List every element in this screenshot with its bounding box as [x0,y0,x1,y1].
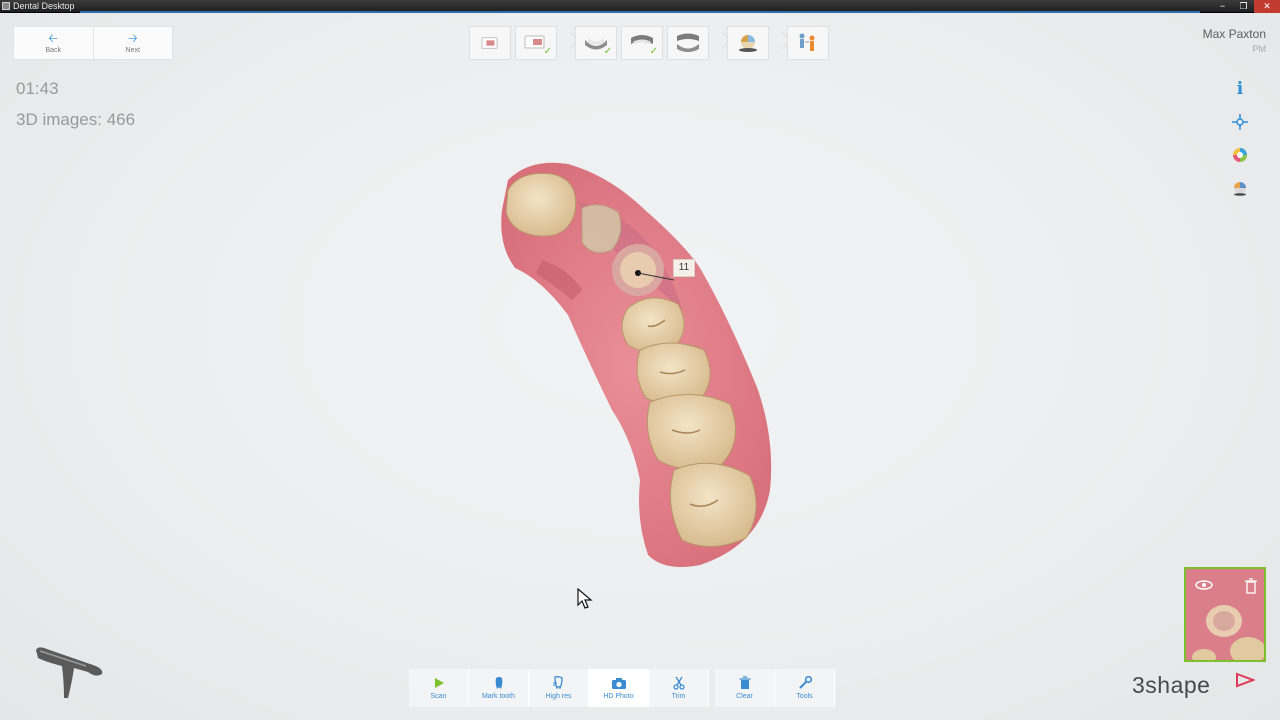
scissors-icon [672,676,685,690]
center-view-button[interactable] [1229,111,1251,133]
info-icon: i [1236,79,1244,99]
scan-button[interactable]: Scan [409,669,469,707]
clear-label: Clear [736,693,753,700]
window-title: Dental Desktop [13,1,75,11]
next-label: Next [125,47,140,54]
minimize-button[interactable]: − [1212,0,1233,13]
tooth [581,204,622,254]
shade-sphere-button[interactable] [1229,177,1251,199]
trim-button[interactable]: Trim [649,669,709,707]
step-order-form[interactable] [469,26,511,60]
user-subtitle: PM [1252,44,1267,54]
step-upper-jaw[interactable]: ✓ [621,26,663,60]
mark-tooth-icon [495,677,502,689]
tooth [646,394,736,470]
mouse-cursor-icon [577,588,593,609]
step-bite[interactable] [667,26,709,60]
color-texture-button[interactable] [1229,144,1251,166]
step-separator [713,26,723,60]
mark-tooth-button[interactable]: Mark tooth [469,669,529,707]
navigation-buttons: 🡠 Back 🡢 Next [13,26,173,60]
shade-sphere-icon [1234,182,1246,196]
title-accent-bar [80,11,1200,13]
step-lower-jaw[interactable]: ✓ [575,26,617,60]
user-info[interactable]: Max Paxton PM [1203,27,1266,54]
tools-button[interactable]: Tools [775,669,835,707]
color-texture-icon [1233,148,1247,162]
tools-label: Tools [796,693,813,700]
check-icon: ✓ [603,46,612,57]
trash-icon [739,676,750,689]
scan-timer: 01:43 [16,79,59,98]
right-toolbar: i [1229,78,1251,210]
back-label: Back [45,47,62,54]
high-res-button[interactable]: High res [529,669,589,707]
info-button[interactable]: i [1229,78,1251,100]
close-button[interactable]: ✕ [1254,0,1280,13]
back-button[interactable]: 🡠 Back [14,27,93,59]
delete-thumbnail-icon[interactable] [1244,578,1258,594]
user-name: Max Paxton [1202,27,1266,41]
step-separator [773,26,783,60]
window-title-bar: Dental Desktop − ❐ ✕ [0,0,1280,13]
bite-icon [677,33,699,52]
wrench-icon [798,676,812,689]
view-eye-icon[interactable] [1194,577,1214,593]
step-separator [561,26,571,60]
check-icon: ✓ [649,46,658,57]
app-icon [2,2,10,10]
color-analysis-icon [739,35,757,52]
clear-button[interactable]: Clear [715,669,775,707]
workflow-steps: ✓ ✓ ✓ [469,26,829,60]
scanner-wand-icon [36,647,103,698]
step-color-analysis[interactable] [727,26,769,60]
restore-button[interactable]: ❐ [1233,0,1254,13]
tooth [505,172,577,237]
scan-thumbnail[interactable] [1184,567,1266,662]
back-arrow-icon: 🡠 [48,31,59,45]
center-view-icon [1232,114,1248,130]
mark-tooth-label: Mark tooth [481,693,516,700]
scan-label: Scan [430,693,447,700]
brand-logo-mark [1236,672,1255,688]
tooth [669,462,757,548]
next-button[interactable]: 🡢 Next [92,27,173,59]
next-arrow-icon: 🡢 [127,31,138,45]
jaw-3d-model[interactable] [460,150,820,580]
hd-photo-label: HD Photo [603,693,634,700]
images-counter: 3D images: 466 [16,110,136,129]
step-send[interactable] [787,26,829,60]
send-icon [799,33,815,51]
order-form-icon [481,37,498,49]
brand-logo: 3shape [1132,672,1211,698]
tooth-number-label[interactable]: 11 [673,259,695,277]
high-res-label: High res [545,693,572,700]
check-icon: ✓ [543,46,552,57]
trim-label: Trim [671,693,686,700]
play-icon [434,678,444,688]
step-order-check[interactable]: ✓ [515,26,557,60]
camera-icon [611,677,626,689]
high-res-icon [552,676,563,690]
bottom-toolbar: Scan Mark tooth High res HD Photo Trim C… [409,669,835,707]
hd-photo-button[interactable]: HD Photo [589,669,649,707]
